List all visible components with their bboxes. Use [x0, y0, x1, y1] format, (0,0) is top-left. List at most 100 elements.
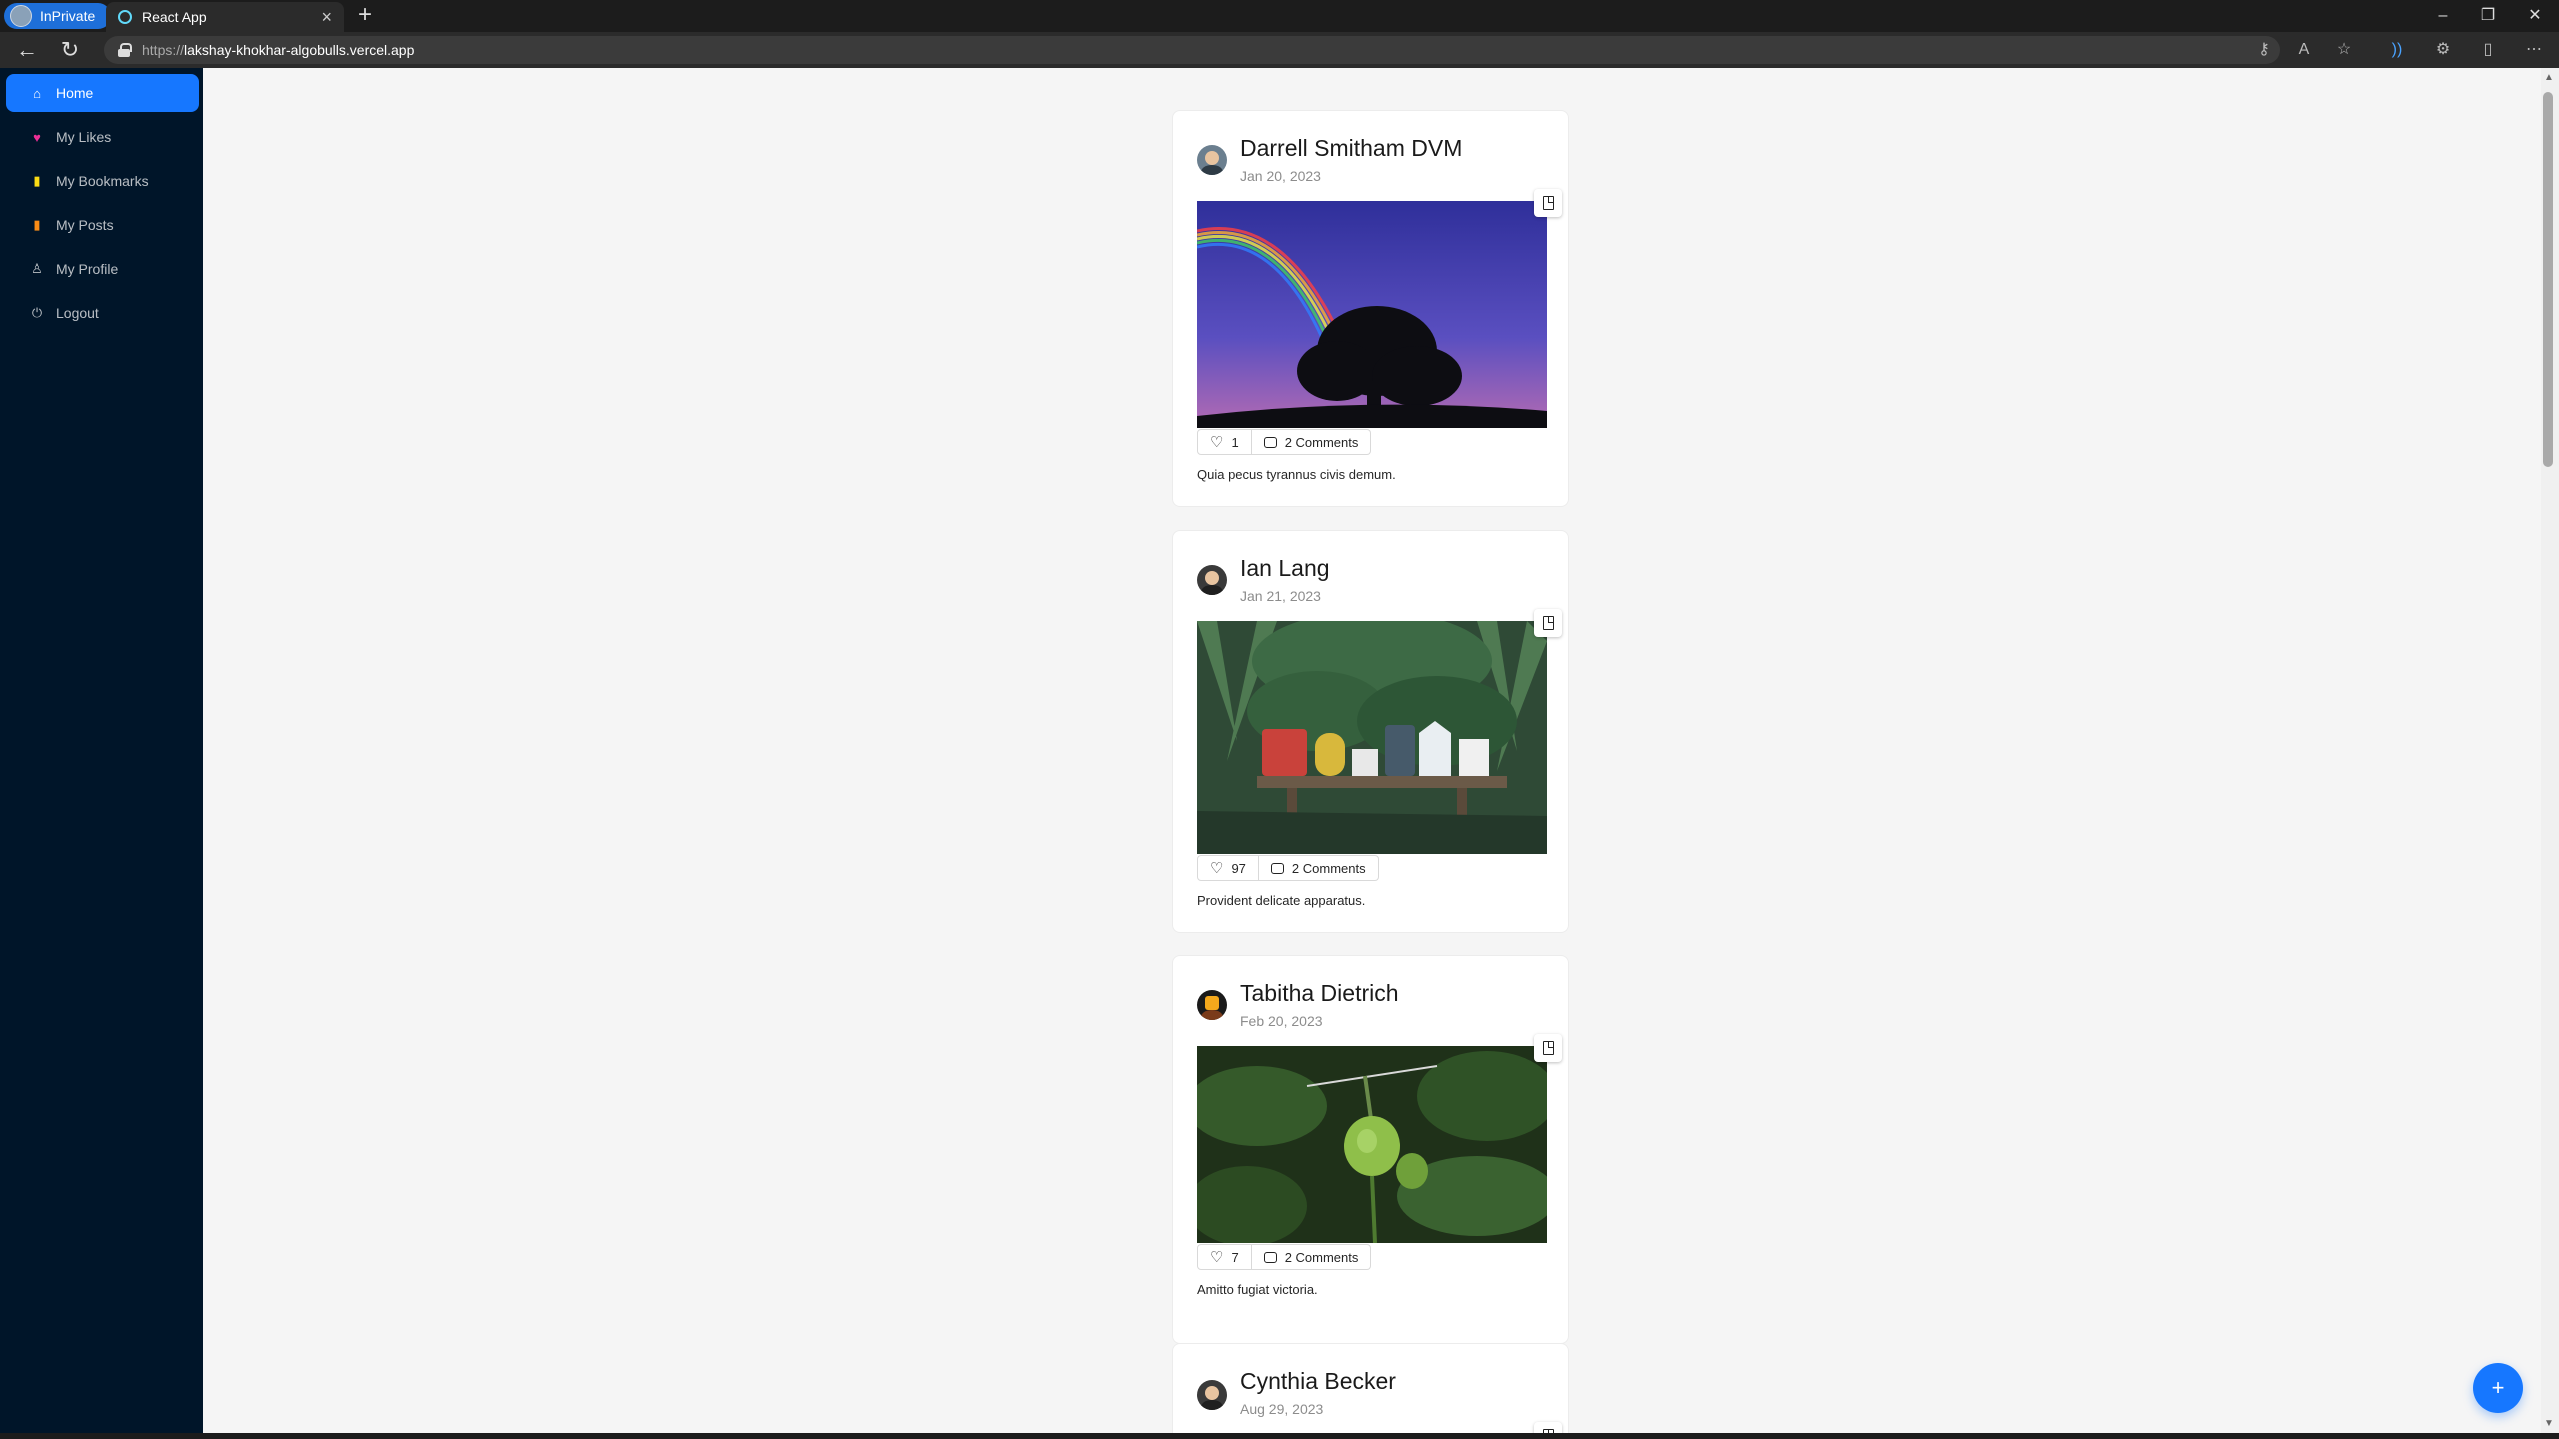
user-icon: ♙	[31, 261, 43, 276]
author-name[interactable]: Cynthia Becker	[1240, 1368, 1396, 1395]
sidebar-item-my-likes[interactable]: ♥ My Likes	[6, 118, 199, 156]
close-window-button[interactable]: ✕	[2513, 0, 2557, 32]
sidebar-item-label: Home	[56, 85, 94, 101]
browser-tab-active[interactable]: React App ×	[106, 2, 344, 32]
lock-icon	[118, 43, 132, 57]
bookmark-icon	[1542, 616, 1554, 630]
bookmark-button[interactable]	[1534, 609, 1562, 637]
sidebar-item-logout[interactable]: ⏻ Logout	[6, 294, 199, 332]
comment-count: 2 Comments	[1284, 434, 1359, 450]
heart-outline-icon: ♡	[1210, 860, 1224, 877]
sidebar-item-my-bookmarks[interactable]: ▮ My Bookmarks	[6, 162, 199, 200]
comments-button[interactable]: 2 Comments	[1251, 429, 1372, 455]
scroll-up-arrow-icon[interactable]: ▲	[2543, 72, 2555, 84]
url-text: https://lakshay-khokhar-algobulls.vercel…	[142, 42, 415, 58]
favorite-star-icon[interactable]: ☆	[2333, 39, 2355, 61]
comment-count: 2 Comments	[1284, 1249, 1359, 1265]
refresh-button[interactable]: ↻	[56, 37, 84, 63]
sidebar-item-label: My Profile	[56, 261, 119, 277]
sidebar-item-label: My Bookmarks	[56, 173, 149, 189]
home-icon: ⌂	[33, 85, 41, 101]
like-button[interactable]: ♡ 1	[1197, 429, 1252, 455]
bookmark-button[interactable]	[1534, 1034, 1562, 1062]
extensions-icon[interactable]: ⚙	[2432, 39, 2454, 61]
create-post-button[interactable]: +	[2473, 1363, 2523, 1413]
heart-icon: ♥	[33, 129, 41, 145]
post-caption: Provident delicate apparatus.	[1197, 893, 1366, 908]
profile-avatar-icon	[10, 5, 32, 27]
comment-icon	[1263, 436, 1277, 448]
more-options-icon[interactable]: ⋯	[2523, 39, 2545, 61]
post-date: Jan 21, 2023	[1240, 588, 1321, 604]
like-button[interactable]: ♡ 7	[1197, 1244, 1252, 1270]
bookmark-icon	[1542, 1041, 1554, 1055]
post-card: Ian Lang Jan 21, 2023 ♡ 97 2 Comments Pr…	[1172, 530, 1569, 933]
url-field[interactable]: https://lakshay-khokhar-algobulls.vercel…	[104, 36, 2280, 64]
post-image[interactable]	[1197, 201, 1547, 428]
extension-active-icon[interactable]: ))	[2386, 39, 2408, 61]
inprivate-label: InPrivate	[40, 8, 96, 24]
author-avatar[interactable]	[1197, 1380, 1227, 1410]
inprivate-badge[interactable]: InPrivate	[4, 3, 112, 29]
comment-icon	[1263, 1251, 1277, 1263]
like-count: 7	[1231, 1249, 1239, 1265]
post-card: Darrell Smitham DVM Jan 20, 2023 ♡ 1 2 C…	[1172, 110, 1569, 507]
bookmark-button[interactable]	[1534, 189, 1562, 217]
close-tab-icon[interactable]: ×	[321, 7, 332, 28]
react-favicon-icon	[118, 10, 132, 24]
read-aloud-icon[interactable]: A	[2293, 39, 2315, 61]
window-bottom-border	[0, 1433, 2559, 1439]
tab-title: React App	[142, 9, 207, 25]
minimize-button[interactable]: –	[2421, 0, 2465, 32]
sidebar-item-label: Logout	[56, 305, 99, 321]
comment-count: 2 Comments	[1291, 860, 1366, 876]
author-name[interactable]: Ian Lang	[1240, 555, 1330, 582]
post-image[interactable]	[1197, 621, 1547, 854]
author-avatar[interactable]	[1197, 990, 1227, 1020]
post-card: Tabitha Dietrich Feb 20, 2023 ♡ 7 2 Comm…	[1172, 955, 1569, 1344]
browser-titlebar: InPrivate React App × + – ❐ ✕	[0, 0, 2559, 32]
post-actions: ♡ 97 2 Comments	[1197, 855, 1379, 881]
heart-outline-icon: ♡	[1210, 1249, 1224, 1266]
sidebar-item-label: My Posts	[56, 217, 114, 233]
post-actions: ♡ 7 2 Comments	[1197, 1244, 1372, 1270]
sidebar-item-my-posts[interactable]: ▮ My Posts	[6, 206, 199, 244]
post-caption: Quia pecus tyrannus civis demum.	[1197, 467, 1396, 482]
logout-icon: ⏻	[31, 305, 43, 320]
new-tab-button[interactable]: +	[353, 3, 377, 28]
post-actions: ♡ 1 2 Comments	[1197, 429, 1372, 455]
post-image[interactable]	[1197, 1046, 1547, 1243]
back-button[interactable]: ←	[13, 37, 41, 63]
comment-icon	[1270, 862, 1284, 874]
post-date: Jan 20, 2023	[1240, 168, 1321, 184]
restore-button[interactable]: ❐	[2466, 0, 2510, 32]
author-name[interactable]: Darrell Smitham DVM	[1240, 135, 1462, 162]
sidebar-item-home[interactable]: ⌂ Home	[6, 74, 199, 112]
posts-icon: ▮	[33, 217, 41, 232]
scrollbar-thumb[interactable]	[2543, 92, 2553, 467]
key-icon[interactable]: ⚷	[2253, 39, 2275, 61]
post-card: Cynthia Becker Aug 29, 2023	[1172, 1343, 1569, 1433]
author-name[interactable]: Tabitha Dietrich	[1240, 980, 1399, 1007]
author-avatar[interactable]	[1197, 565, 1227, 595]
like-count: 97	[1231, 860, 1246, 876]
heart-outline-icon: ♡	[1210, 434, 1224, 451]
bookmark-button[interactable]	[1534, 1422, 1562, 1433]
scroll-down-arrow-icon[interactable]: ▼	[2543, 1418, 2555, 1430]
sidebar: ⌂ Home ♥ My Likes ▮ My Bookmarks ▮ My Po…	[0, 68, 203, 1439]
comments-button[interactable]: 2 Comments	[1258, 855, 1379, 881]
address-bar: ← ↻ https://lakshay-khokhar-algobulls.ve…	[0, 32, 2559, 68]
sidebar-item-my-profile[interactable]: ♙ My Profile	[6, 250, 199, 288]
author-avatar[interactable]	[1197, 145, 1227, 175]
sidebar-item-label: My Likes	[56, 129, 112, 145]
post-date: Aug 29, 2023	[1240, 1401, 1324, 1417]
like-count: 1	[1231, 434, 1239, 450]
feed: Darrell Smitham DVM Jan 20, 2023 ♡ 1 2 C…	[203, 68, 2541, 1433]
like-button[interactable]: ♡ 97	[1197, 855, 1259, 881]
post-caption: Amitto fugiat victoria.	[1197, 1282, 1318, 1297]
bookmark-icon: ▮	[33, 173, 41, 188]
bookmark-icon	[1542, 196, 1554, 210]
comments-button[interactable]: 2 Comments	[1251, 1244, 1372, 1270]
split-screen-icon[interactable]: ▯	[2477, 39, 2499, 61]
post-date: Feb 20, 2023	[1240, 1013, 1323, 1029]
